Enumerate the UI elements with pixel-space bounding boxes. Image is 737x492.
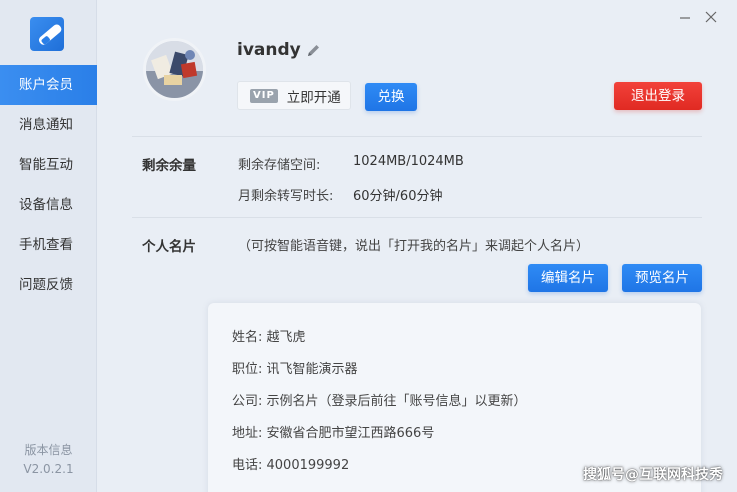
- divider: [132, 136, 702, 137]
- vip-open-button[interactable]: VIP 立即开通: [237, 81, 351, 110]
- edit-pencil-icon[interactable]: [306, 43, 321, 62]
- transcribe-label: 月剩余转写时长:: [238, 189, 334, 204]
- card-phone-row: 电话: 4000199992: [232, 458, 350, 473]
- sidebar-item-mobile[interactable]: 手机查看: [0, 225, 97, 265]
- redeem-button[interactable]: 兑换: [365, 83, 417, 111]
- preview-card-button[interactable]: 预览名片: [622, 264, 702, 292]
- quota-section-title: 剩余余量: [142, 158, 196, 174]
- minimize-icon[interactable]: [677, 9, 693, 25]
- app-logo-icon: [30, 17, 64, 51]
- watermark: 搜狐号@互联网科技秀: [583, 467, 723, 483]
- version-number: V2.0.2.1: [23, 462, 74, 476]
- avatar[interactable]: [143, 38, 206, 101]
- sidebar-item-device[interactable]: 设备信息: [0, 185, 97, 225]
- divider: [132, 217, 702, 218]
- storage-value: 1024MB/1024MB: [353, 154, 464, 169]
- sidebar-nav: 账户会员 消息通知 智能互动 设备信息 手机查看 问题反馈: [0, 65, 97, 305]
- transcribe-value: 60分钟/60分钟: [353, 189, 443, 204]
- vip-badge: VIP: [250, 88, 278, 103]
- close-icon[interactable]: [703, 9, 719, 25]
- card-hint: （可按智能语音键，说出「打开我的名片」来调起个人名片）: [238, 239, 590, 254]
- version-info[interactable]: 版本信息 V2.0.2.1: [0, 441, 97, 479]
- card-company-row: 公司: 示例名片（登录后前往「账号信息」以更新）: [232, 394, 527, 409]
- sidebar-item-interaction[interactable]: 智能互动: [0, 145, 97, 185]
- edit-card-button[interactable]: 编辑名片: [528, 264, 608, 292]
- sidebar-item-feedback[interactable]: 问题反馈: [0, 265, 97, 305]
- sidebar-item-notifications[interactable]: 消息通知: [0, 105, 97, 145]
- app-window: 账户会员 消息通知 智能互动 设备信息 手机查看 问题反馈 版本信息 V2.0.…: [0, 0, 737, 492]
- sidebar-item-account[interactable]: 账户会员: [0, 65, 97, 105]
- card-name-row: 姓名: 越飞虎: [232, 330, 306, 345]
- username: ivandy: [237, 40, 301, 60]
- card-address-row: 地址: 安徽省合肥市望江西路666号: [232, 426, 435, 441]
- sidebar: 账户会员 消息通知 智能互动 设备信息 手机查看 问题反馈 版本信息 V2.0.…: [0, 0, 97, 492]
- card-section-title: 个人名片: [142, 239, 196, 255]
- version-label: 版本信息: [24, 443, 73, 457]
- card-title-row: 职位: 讯飞智能演示器: [232, 362, 358, 377]
- logout-button[interactable]: 退出登录: [614, 82, 702, 110]
- storage-label: 剩余存储空间:: [238, 158, 321, 173]
- vip-open-label: 立即开通: [286, 89, 341, 106]
